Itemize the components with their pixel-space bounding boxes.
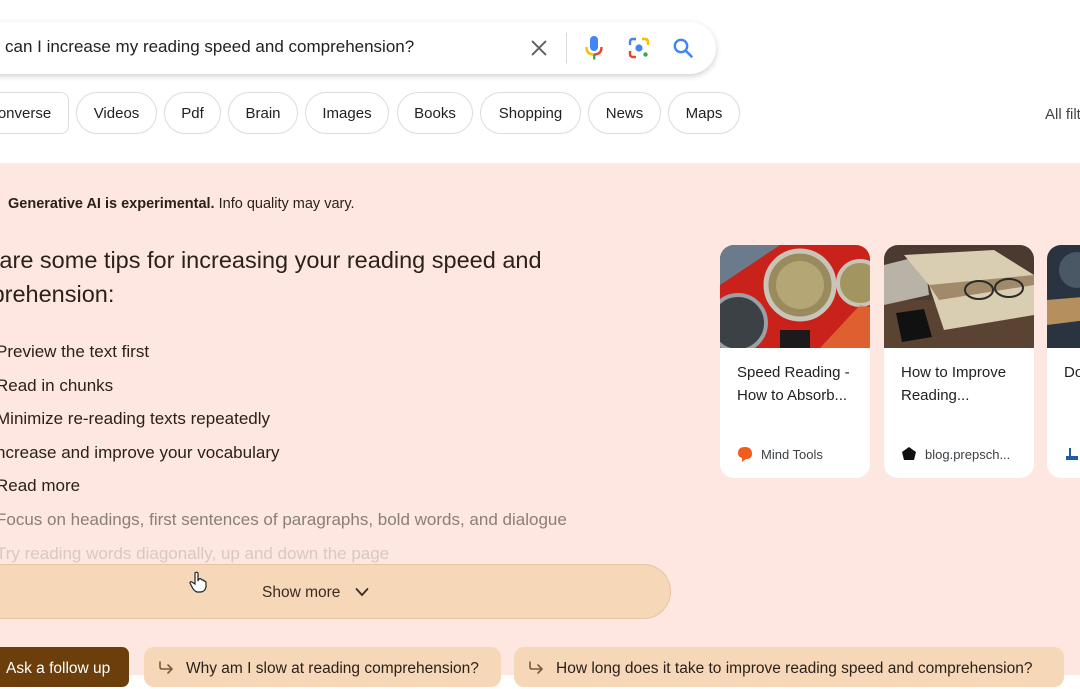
card-source-label: blog.prepsch... <box>925 446 1011 462</box>
chip-pdf[interactable]: Pdf <box>164 92 221 134</box>
notice-rest: Info quality may vary. <box>214 196 355 212</box>
iris-logo-icon <box>1066 448 1078 460</box>
card-title: Do M Re <box>1064 364 1080 381</box>
microphone-icon[interactable] <box>583 35 605 61</box>
chip-news[interactable]: News <box>588 92 661 134</box>
show-more-button[interactable]: Show more <box>0 564 671 619</box>
followup-suggestion[interactable]: Why am I slow at reading comprehension? <box>144 647 501 687</box>
source-card[interactable]: How to Improve Reading... blog.prepsch..… <box>884 245 1034 478</box>
notice-bold: Generative AI is experimental. <box>8 196 215 212</box>
search-input[interactable]: can I increase my reading speed and comp… <box>5 37 414 57</box>
chip-images[interactable]: Images <box>305 92 389 134</box>
mind-tools-logo-icon <box>738 447 752 462</box>
chip-converse[interactable]: onverse <box>0 92 69 134</box>
card-thumbnail-books-glasses <box>884 245 1034 348</box>
ai-overview-heading: re are some tips for increasing your rea… <box>0 247 542 307</box>
all-filters-button[interactable]: All filters <box>1045 106 1080 123</box>
google-lens-icon[interactable] <box>627 36 651 60</box>
chip-brain[interactable]: Brain <box>228 92 298 134</box>
tip-item: Preview the text first <box>0 342 150 361</box>
clear-icon[interactable] <box>528 37 550 59</box>
ai-experimental-notice: Generative AI is experimental. Info qual… <box>8 196 355 212</box>
chip-maps[interactable]: Maps <box>668 92 740 134</box>
card-source: Mind Tools <box>737 446 823 462</box>
subdirectory-arrow-icon <box>159 661 174 674</box>
source-card[interactable]: Do M Re Iris <box>1047 245 1080 478</box>
card-source: blog.prepsch... <box>901 446 1010 462</box>
prepscholar-logo-icon <box>902 447 916 460</box>
hand-cursor-icon <box>189 571 207 593</box>
followup-text: How long does it take to improve reading… <box>556 660 1033 677</box>
search-divider <box>566 33 567 63</box>
followup-suggestion[interactable]: How long does it take to improve reading… <box>514 647 1064 687</box>
show-more-label: Show more <box>262 584 341 601</box>
search-bar[interactable]: can I increase my reading speed and comp… <box>0 22 716 74</box>
search-icon[interactable] <box>671 36 695 60</box>
ai-overview-panel: Generative AI is experimental. Info qual… <box>0 163 1080 687</box>
ask-follow-up-button[interactable]: Ask a follow up <box>0 647 129 687</box>
chip-books[interactable]: Books <box>397 92 473 134</box>
source-card[interactable]: Speed Reading - How to Absorb... Mind To… <box>720 245 870 478</box>
tip-item: Read in chunks <box>0 375 114 395</box>
card-source-label: Mind Tools <box>761 446 823 462</box>
subdirectory-arrow-icon <box>529 661 544 674</box>
card-title: Speed Reading - How to Absorb... <box>737 364 850 404</box>
filter-chips: onverse Videos Pdf Brain Images Books Sh… <box>0 92 1080 138</box>
chevron-down-icon <box>355 588 369 597</box>
chip-videos[interactable]: Videos <box>76 92 157 134</box>
tip-item: Read more <box>0 476 81 496</box>
tip-item: ncrease and improve your vocabulary <box>0 442 280 462</box>
chip-shopping[interactable]: Shopping <box>480 92 581 134</box>
followup-text: Why am I slow at reading comprehension? <box>186 660 479 677</box>
tip-item: Focus on headings, first sentences of pa… <box>0 509 567 529</box>
tip-item: Minimize re-reading texts repeatedly <box>0 409 271 429</box>
card-source: Iris <box>1064 446 1080 462</box>
card-thumbnail-abstract <box>1047 245 1080 348</box>
card-thumbnail-dashboard <box>720 245 870 348</box>
tips-list: Preview the text first Read in chunks Mi… <box>0 335 567 570</box>
card-title: How to Improve Reading... <box>901 364 1007 404</box>
ask-follow-up-label: Ask a follow up <box>6 660 111 677</box>
